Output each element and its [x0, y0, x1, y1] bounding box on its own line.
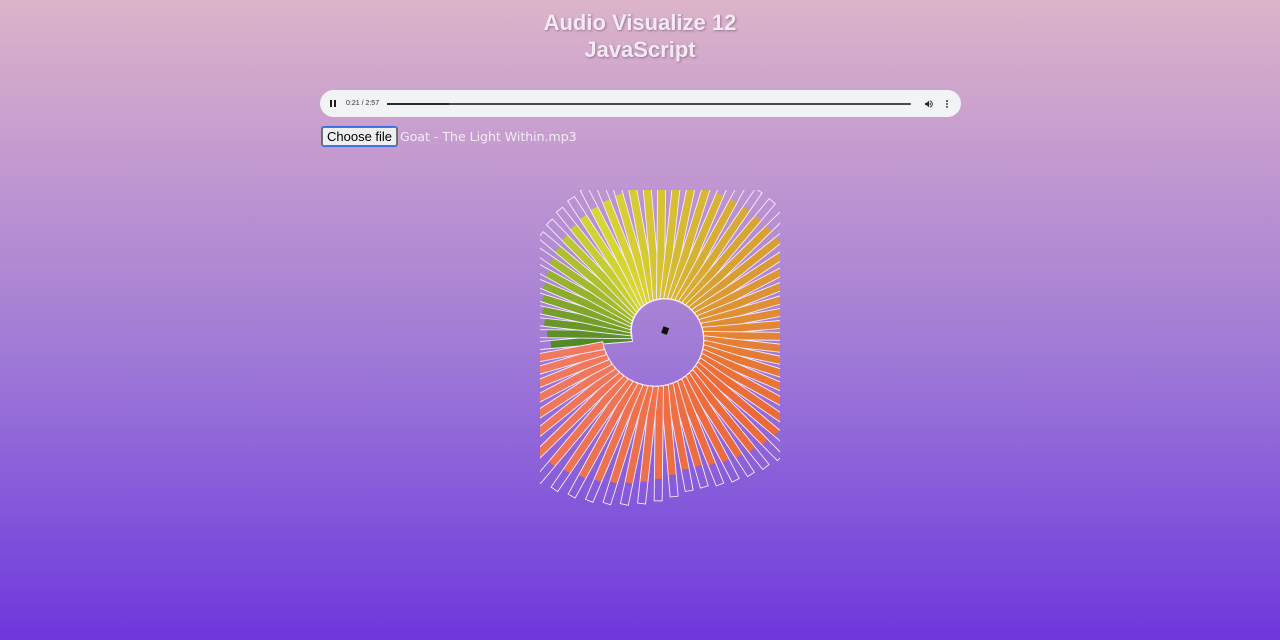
title-line-2: JavaScript [584, 37, 696, 62]
pause-icon [330, 100, 336, 107]
choose-file-button[interactable]: Choose file [320, 126, 399, 147]
volume-button[interactable] [923, 98, 935, 110]
selected-file-name: Goat - The Light Within.mp3 [400, 129, 577, 144]
title-line-1: Audio Visualize 12 [543, 10, 737, 35]
pause-button[interactable] [330, 99, 340, 109]
time-display: 0:21 / 2:57 [346, 100, 380, 107]
seek-bar-played [387, 102, 450, 105]
audio-player[interactable]: 0:21 / 2:57 [320, 90, 961, 117]
more-vertical-icon [946, 99, 948, 108]
visualizer-center-marker [661, 326, 670, 335]
seek-bar[interactable] [387, 102, 911, 105]
file-input-row: Choose file Goat - The Light Within.mp3 [320, 126, 577, 147]
volume-icon [925, 99, 933, 108]
more-options-button[interactable] [941, 98, 953, 110]
page-title: Audio Visualize 12 JavaScript [0, 9, 1280, 63]
spiral-visualizer [540, 190, 780, 506]
